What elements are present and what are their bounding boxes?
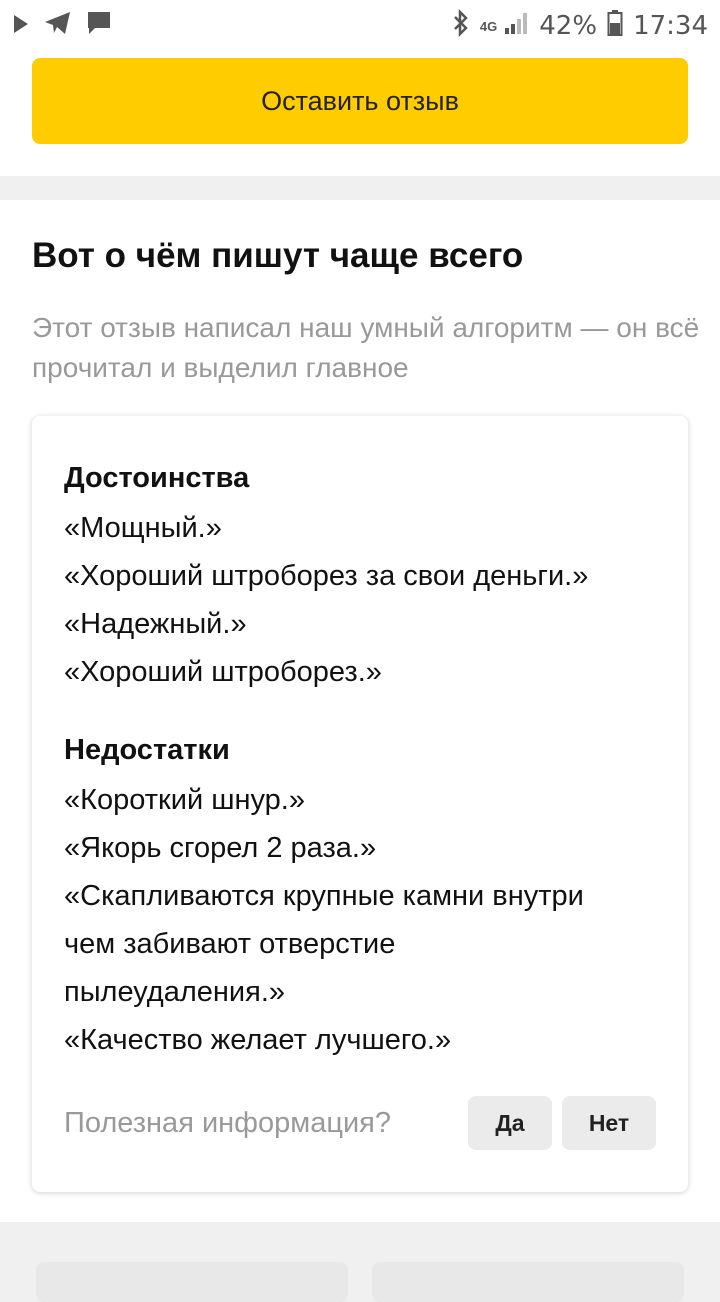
cons-item: пылеудаления.» [64,976,286,1008]
pros-item: «Хороший штроборез за свои деньги.» [64,560,589,592]
pros-item: «Надежный.» [64,608,247,640]
status-bar: 4G 42% 17:34 [0,0,720,52]
helpful-question: Полезная информация? [64,1106,391,1139]
leave-review-button[interactable]: Оставить отзыв [32,58,688,144]
cons-item: чем забивают отверстие [64,928,396,960]
yes-button[interactable]: Да [468,1096,552,1150]
play-icon [12,11,30,42]
network-type: 4G [479,18,498,34]
cons-item: «Короткий шнур.» [64,784,305,816]
no-button[interactable]: Нет [562,1096,656,1150]
helpful-feedback-row: Полезная информация? Да Нет [64,1096,656,1150]
section-subtitle: Этот отзыв написал наш умный алгоритм — … [32,312,700,383]
pros-heading: Достоинства [64,462,250,494]
bottom-tile-right[interactable] [372,1262,684,1302]
pros-list: «Мощный.» «Хороший штроборез за свои ден… [64,504,664,696]
battery-icon [607,9,623,44]
pros-item: «Хороший штроборез.» [64,656,382,688]
clock: 17:34 [633,11,708,41]
chat-icon [86,10,112,43]
review-action-section: Оставить отзыв [0,52,720,176]
battery-percent: 42% [539,11,598,41]
signal-icon [503,10,529,43]
bluetooth-icon [452,8,470,44]
cons-heading: Недостатки [64,734,230,766]
cons-list: «Короткий шнур.» «Якорь сгорел 2 раза.» … [64,776,664,1064]
cons-item: «Качество желает лучшего.» [64,1024,452,1056]
cons-item: «Якорь сгорел 2 раза.» [64,832,377,864]
cons-item: «Скапливаются крупные камни внутри [64,880,584,912]
review-summary-section: Вот о чём пишут чаще всего Этот отзыв на… [0,200,720,1222]
notification-icons [12,10,112,43]
bottom-tile-left[interactable] [36,1262,348,1302]
telegram-icon [44,11,72,42]
system-status: 4G 42% 17:34 [452,8,708,44]
summary-card: Достоинства «Мощный.» «Хороший штроборез… [32,416,688,1192]
pros-item: «Мощный.» [64,512,222,544]
section-title: Вот о чём пишут чаще всего [32,236,524,275]
